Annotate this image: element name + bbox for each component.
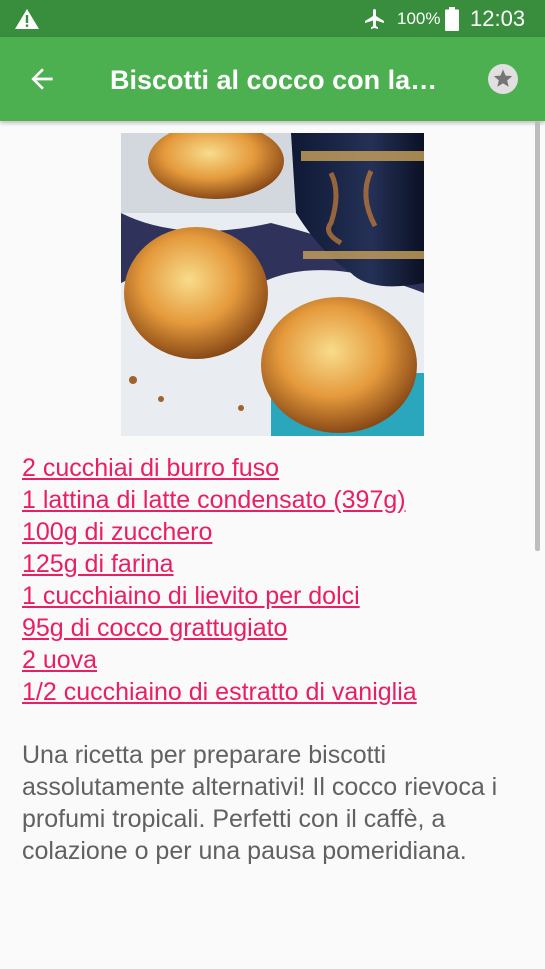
ingredient-link[interactable]: 1/2 cucchiaino di estratto di vaniglia [22, 676, 522, 708]
warning-icon [15, 9, 39, 29]
star-icon[interactable] [487, 63, 519, 95]
ingredient-link[interactable]: 125g di farina [22, 548, 522, 580]
battery-full-icon [445, 7, 459, 31]
ingredient-link[interactable]: 2 uova [22, 644, 522, 676]
status-bar: 100% 12:03 [0, 0, 545, 37]
recipe-image [121, 133, 424, 436]
ingredient-link[interactable]: 95g di cocco grattugiato [22, 612, 522, 644]
arrow-back-icon[interactable] [24, 63, 60, 95]
recipe-description: Una ricetta per preparare biscotti assol… [22, 741, 498, 865]
ingredient-link[interactable]: 2 cucchiai di burro fuso [22, 452, 522, 484]
ingredient-link[interactable]: 100g di zucchero [22, 516, 522, 548]
ingredient-link[interactable]: 1 cucchiaino di lievito per dolci [22, 580, 522, 612]
page-title: Biscotti al cocco con la… [110, 65, 438, 95]
ingredient-list: 2 cucchiai di burro fuso 1 lattina di la… [22, 452, 522, 708]
clock: 12:03 [470, 6, 526, 31]
ingredient-link[interactable]: 1 lattina di latte condensato (397g) [22, 484, 522, 516]
airplane-mode-icon [365, 9, 384, 29]
scrollbar[interactable] [535, 121, 540, 551]
battery-percent: 100% [397, 9, 441, 28]
app-bar: Biscotti al cocco con la… [0, 37, 545, 121]
